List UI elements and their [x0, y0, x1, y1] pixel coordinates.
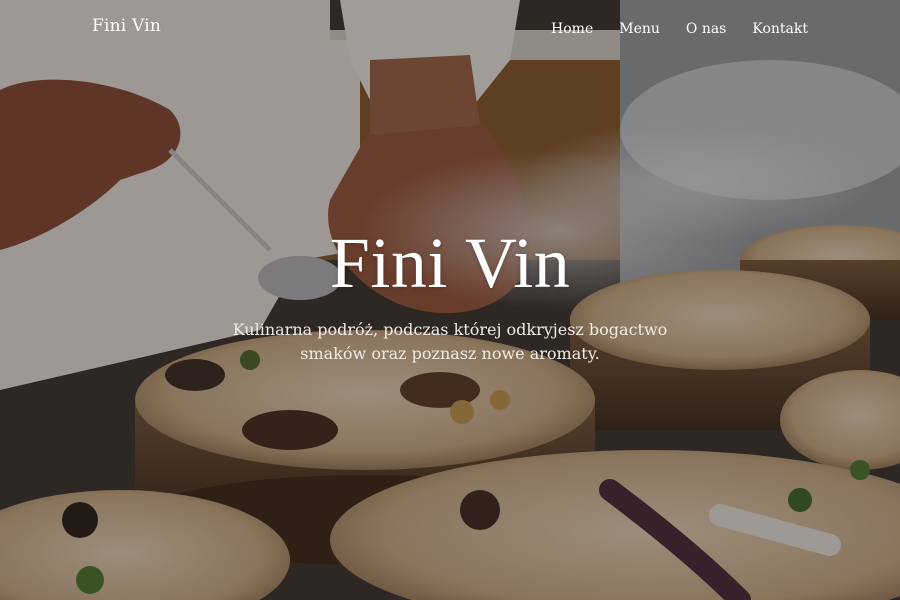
menu-item-home: Home [551, 18, 593, 37]
hero-title: Fini Vin [329, 223, 571, 303]
hero-subtitle: Kulinarna podróż, podczas której odkryje… [232, 320, 668, 363]
main-menu: Home Menu O nas Kontakt [551, 18, 808, 37]
menu-item-about: O nas [686, 18, 726, 37]
nav-link-home[interactable]: Home [551, 21, 593, 37]
nav-link-contact[interactable]: Kontakt [752, 21, 808, 37]
nav-link-about[interactable]: O nas [686, 21, 726, 37]
nav-link-menu[interactable]: Menu [619, 21, 660, 37]
menu-item-contact: Kontakt [752, 18, 808, 37]
menu-item-menu: Menu [619, 18, 660, 37]
brand-logo-link[interactable]: Fini Vin [92, 16, 161, 36]
top-navigation: Fini Vin Home Menu O nas Kontakt [0, 0, 900, 56]
